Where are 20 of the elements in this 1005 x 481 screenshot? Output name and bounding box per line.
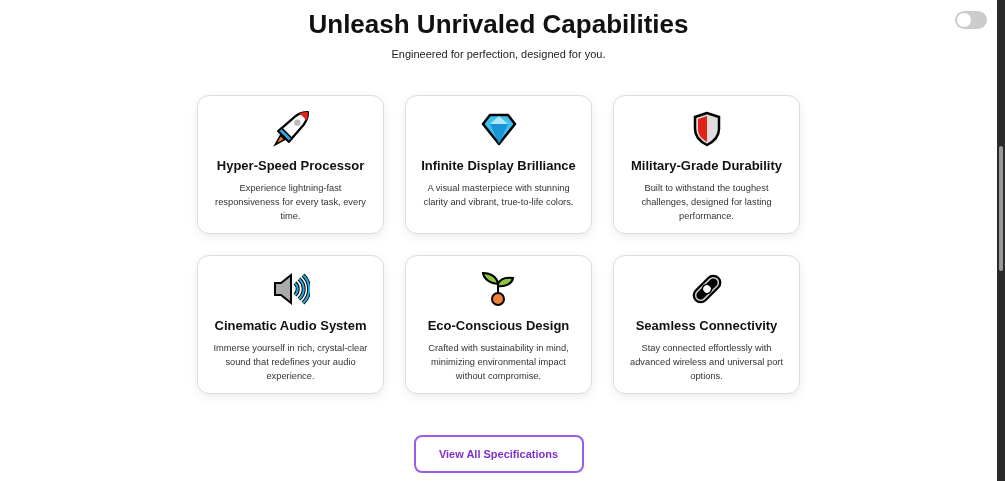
feature-description: Experience lightning-fast responsiveness for every task, every time. bbox=[214, 182, 367, 223]
feature-title: Cinematic Audio System bbox=[214, 318, 367, 333]
feature-description: Crafted with sustainability in mind, minimizing environmental impact without compromise. bbox=[427, 342, 570, 383]
feature-description: Built to withstand the toughest challenges, designed for lasting performance. bbox=[640, 182, 773, 223]
feature-description: Stay connected effortlessly with advanced wireless and universal port options. bbox=[629, 342, 784, 383]
feature-description: Immerse yourself in rich, crystal-clear sound that redefines your audio experience. bbox=[212, 342, 369, 383]
speaker-icon bbox=[271, 272, 310, 306]
feature-title: Seamless Connectivity bbox=[635, 318, 778, 333]
rocket-icon bbox=[271, 110, 310, 148]
diamond-icon bbox=[480, 112, 517, 146]
feature-title: Infinite Display Brilliance bbox=[421, 158, 576, 173]
shield-icon bbox=[691, 111, 722, 147]
page-subtitle: Engineered for perfection, designed for you. bbox=[391, 48, 606, 60]
view-specifications-button[interactable]: View All Specifications bbox=[413, 435, 584, 473]
feature-title: Eco-Conscious Design bbox=[427, 318, 570, 333]
feature-title: Military-Grade Durability bbox=[631, 158, 782, 173]
feature-title: Hyper-Speed Processor bbox=[216, 158, 365, 173]
page-title: Unleash Unrivaled Capabilities bbox=[308, 9, 689, 40]
theme-toggle[interactable] bbox=[955, 11, 987, 29]
feature-description: A visual masterpiece with stunning clarity and vibrant, true-to-life colors. bbox=[422, 182, 575, 209]
